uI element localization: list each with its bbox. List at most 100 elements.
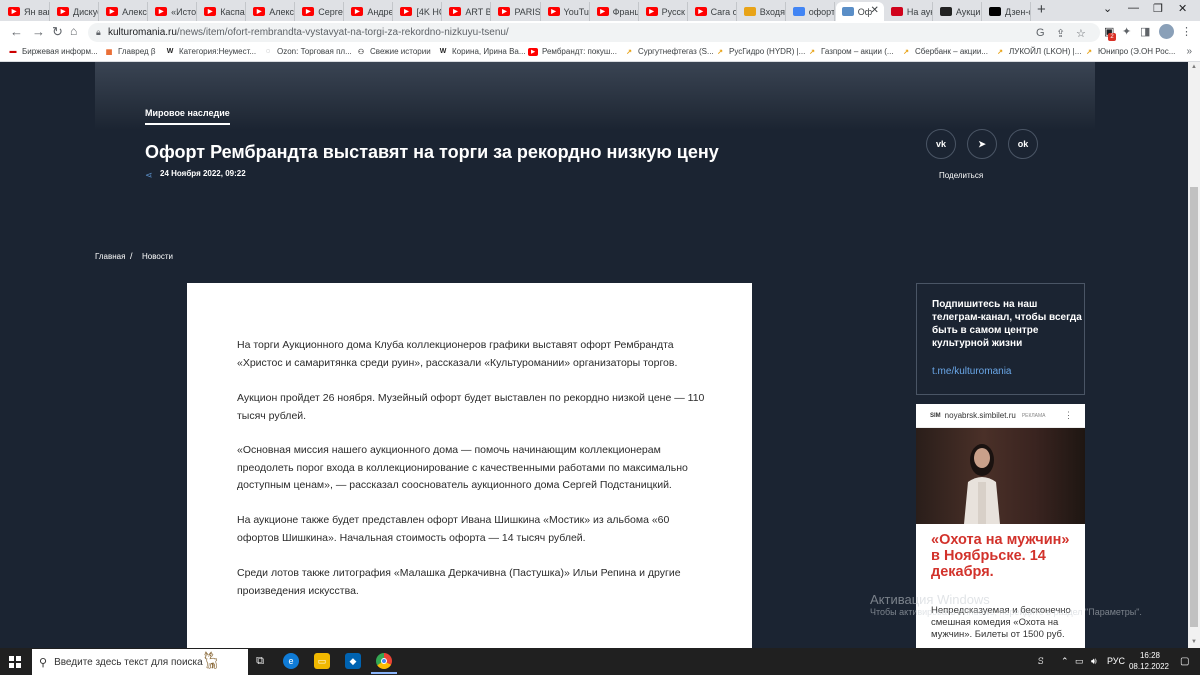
file-explorer-icon[interactable]: ▭ <box>314 653 330 669</box>
clock-time[interactable]: 16:28 <box>1131 651 1169 660</box>
volume-icon[interactable]: 🔊︎ <box>1091 656 1097 667</box>
new-tab-button[interactable]: + <box>1037 1 1046 18</box>
bookmark-label: Ozon: Торговая пл... <box>277 47 352 56</box>
browser-tab[interactable]: ▶Каспар <box>198 2 247 21</box>
youtube-icon: ▶ <box>498 7 511 16</box>
scrollbar-thumb[interactable] <box>1190 187 1198 627</box>
bookmark-item[interactable]: ↗ Юнипро (Э.ОН Рос... <box>1084 47 1175 56</box>
tab-title: Дискус <box>73 6 98 17</box>
edge-icon[interactable]: e <box>283 653 299 669</box>
page-scrollbar[interactable]: ▲ ▼ <box>1188 62 1200 648</box>
browser-tab[interactable]: ▶ART BA <box>443 2 492 21</box>
more-bookmarks-icon[interactable]: » <box>1186 46 1192 57</box>
ad-image[interactable] <box>916 428 1085 524</box>
browser-tab[interactable]: ▶ Ян ван <box>2 2 51 21</box>
breadcrumb-home[interactable]: Главная <box>95 252 125 261</box>
browser-tab[interactable]: ▶ Русск <box>640 2 688 21</box>
task-view-icon[interactable]: ⧉ <box>252 653 268 669</box>
address-bar[interactable]: 🔒︎ kulturomania.ru/news/item/ofort-rembr… <box>88 23 1100 42</box>
puzzle-icon[interactable]: ✦ <box>1122 25 1131 38</box>
browser-tab[interactable]: офорт <box>787 2 835 21</box>
bookmark-item[interactable]: ▬ Биржевая информ... <box>8 47 98 56</box>
bookmark-item[interactable]: ↗ Сургутнефтегаз (S... <box>624 47 714 56</box>
bookmark-item[interactable]: ↗ РусГидро (HYDR) |... <box>715 47 805 56</box>
taskbar-search[interactable]: ⚲ Введите здесь текст для поиска 🦌︎ <box>32 649 248 675</box>
browser-tab[interactable]: Дзен-с <box>983 2 1031 21</box>
close-window-icon[interactable]: ✕ <box>1178 2 1187 15</box>
bookmark-item[interactable]: ↗ Газпром – акции (... <box>807 47 894 56</box>
share-page-icon[interactable]: ⇪ <box>1056 27 1065 40</box>
browser-tab[interactable]: ▶[4K HC <box>394 2 443 21</box>
browser-tab[interactable]: ▶ Франц <box>591 2 639 21</box>
bookmark-item[interactable]: W Корина, Ирина Ва... <box>438 47 526 56</box>
bookmark-label: Категория:Неумест... <box>179 47 257 56</box>
scroll-down-icon[interactable]: ▼ <box>1191 639 1197 645</box>
bookmark-item[interactable]: ↗ Сбербанк – акции... <box>901 47 988 56</box>
youtube-icon: ▶ <box>596 7 609 16</box>
ad-headline[interactable]: «Охота на мужчин» в Ноябрьске. 14 декабр… <box>931 532 1081 580</box>
browser-tab[interactable]: ▶ Cara o <box>689 2 737 21</box>
back-icon[interactable]: ← <box>10 24 23 39</box>
menu-icon[interactable]: ⋮ <box>1181 25 1192 38</box>
store-icon[interactable]: ◆ <box>345 653 361 669</box>
profile-avatar[interactable] <box>1159 24 1174 39</box>
show-hidden-icons[interactable]: ⌃ <box>1061 656 1069 667</box>
odnoklassniki-share-button[interactable]: ok <box>1008 129 1038 159</box>
article-paragraph: На аукционе также будет представлен офор… <box>237 514 670 544</box>
windows-start-icon[interactable] <box>9 656 21 668</box>
bookmark-item[interactable]: ◌ Ozon: Торговая пл... <box>263 47 352 56</box>
lock-icon[interactable]: 🔒︎ <box>96 27 101 38</box>
tab-title: YouTul <box>563 6 589 17</box>
telegram-share-button[interactable]: ➤ <box>967 129 997 159</box>
network-icon[interactable]: ▭ <box>1075 656 1084 667</box>
scroll-up-icon[interactable]: ▲ <box>1191 64 1197 70</box>
maximize-icon[interactable]: ❐ <box>1153 2 1163 15</box>
close-tab-icon[interactable]: ✕ <box>870 5 878 16</box>
browser-tab[interactable]: ▶PARIS- <box>492 2 541 21</box>
sidebar-icon[interactable]: ◨ <box>1140 25 1150 38</box>
notifications-icon[interactable]: ▢ <box>1180 656 1189 667</box>
bookmark-item[interactable]: ⚇ Свежие истории <box>356 47 431 56</box>
red-square-icon <box>890 7 903 16</box>
tab-search-icon[interactable]: ⌄ <box>1103 2 1112 15</box>
url-text: kulturomania.ru/news/item/ofort-rembrand… <box>108 27 509 38</box>
clock-date[interactable]: 08.12.2022 <box>1127 662 1171 671</box>
breadcrumb-news[interactable]: Новости <box>142 252 173 261</box>
forward-icon[interactable]: → <box>32 24 45 39</box>
browser-tab[interactable]: ▶ Андре <box>345 2 394 21</box>
browser-tab[interactable]: Входя <box>738 2 786 21</box>
browser-tab[interactable]: Оф ✕ <box>835 2 884 21</box>
browser-tab[interactable]: Аукци <box>934 2 982 21</box>
globe-icon: ◌ <box>265 48 271 55</box>
vk-share-button[interactable]: vk <box>926 129 956 159</box>
language-indicator[interactable]: РУС <box>1107 656 1125 666</box>
browser-tab[interactable]: ▶«Истор <box>149 2 198 21</box>
bookmark-item[interactable]: ▦ Главред β <box>104 47 156 56</box>
bookmark-item[interactable]: W Категория:Неумест... <box>165 47 256 56</box>
tab-title: ART BA <box>465 6 490 17</box>
browser-tab[interactable]: ▶Алексе <box>100 2 149 21</box>
ad-domain[interactable]: noyabrsk.simbilet.ru <box>945 411 1016 420</box>
browser-tab[interactable]: На аук <box>885 2 933 21</box>
browser-tab[interactable]: ▶Алексе <box>247 2 296 21</box>
telegram-link[interactable]: t.me/kulturomania <box>932 366 1011 377</box>
google-lens-icon[interactable]: G <box>1036 27 1045 39</box>
flag-icon: ▬ <box>9 48 17 55</box>
category-tag[interactable]: Мировое наследие <box>145 108 230 125</box>
bookmark-item[interactable]: ▶ Рембрандт: покуш... <box>528 47 617 56</box>
browser-tab[interactable]: ▶ YouTul <box>542 2 590 21</box>
browser-tab[interactable]: ▶ Сергеi <box>296 2 345 21</box>
tab-title: На аук <box>906 6 932 17</box>
minimize-icon[interactable]: — <box>1128 2 1139 14</box>
reload-icon[interactable]: ↻ <box>52 24 63 40</box>
person-icon[interactable]: ꕶ <box>1038 656 1044 667</box>
tab-title: Русск <box>661 6 685 17</box>
browser-tab[interactable]: ▶Дискус <box>51 2 100 21</box>
chrome-icon[interactable] <box>376 653 392 669</box>
glavred-icon: ▦ <box>105 48 113 56</box>
ad-menu-icon[interactable]: ⋮ <box>1064 410 1073 421</box>
home-icon[interactable]: ⌂ <box>70 24 77 38</box>
article-body: На торги Аукционного дома Клуба коллекци… <box>187 283 752 648</box>
bookmark-item[interactable]: ↗ ЛУКОЙЛ (LKOH) |... <box>995 47 1081 56</box>
bookmark-star-icon[interactable]: ☆ <box>1076 27 1086 40</box>
